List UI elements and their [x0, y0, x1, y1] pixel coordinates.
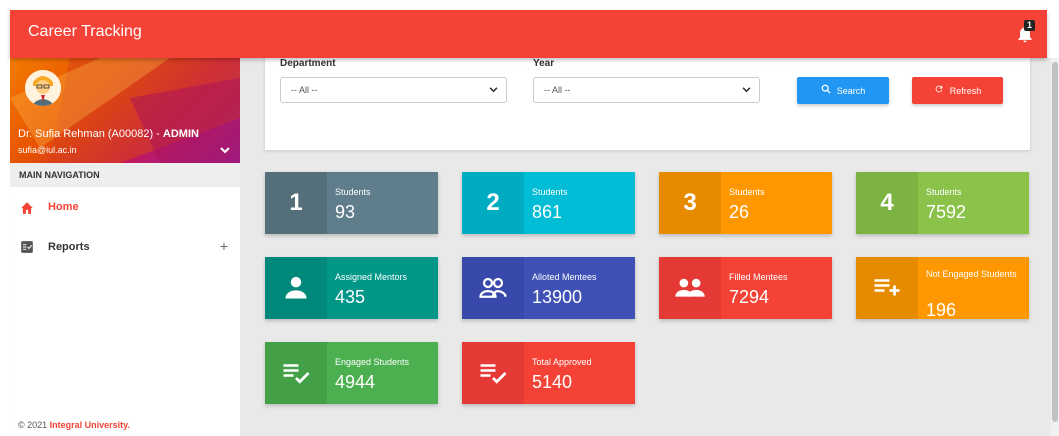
sidebar-item-reports[interactable]: Reports + — [10, 227, 240, 267]
chevron-down-icon — [489, 78, 498, 102]
tile-value: 93 — [335, 202, 356, 222]
tile-value: 13900 — [532, 287, 583, 307]
tile-label: Total Approved — [532, 357, 592, 367]
tile-label: Engaged Students — [335, 357, 410, 367]
person-icon — [265, 257, 327, 319]
tile-value: 861 — [532, 202, 563, 222]
tile-number: 2 — [462, 172, 524, 234]
stat-tile[interactable]: Not Engaged Students 196 — [856, 257, 1029, 320]
tile-value: 196 — [926, 300, 957, 320]
tile-value: 435 — [335, 287, 366, 307]
stat-tile[interactable]: 4 Students 7592 — [856, 172, 1029, 234]
group-outline-icon — [462, 257, 524, 319]
search-button[interactable]: Search — [797, 77, 889, 104]
main-content: Department -- All -- Year -- All -- Sear… — [240, 58, 1058, 436]
tile-label: Filled Mentees — [729, 272, 788, 282]
top-app-bar: Career Tracking 1 — [10, 10, 1047, 58]
sidebar: Dr. Sufia Rehman (A00082) - ADMIN sufia@… — [10, 58, 240, 436]
year-label: Year — [533, 58, 555, 69]
user-name: Dr. Sufia Rehman (A00082) - ADMIN — [18, 128, 199, 140]
sidebar-item-label: Home — [48, 201, 79, 213]
notification-badge: 1 — [1023, 20, 1035, 31]
tile-value: 26 — [729, 202, 750, 222]
stat-tile[interactable]: Filled Mentees 7294 — [659, 257, 832, 319]
tile-value: 7294 — [729, 287, 770, 307]
tile-value: 5140 — [532, 372, 573, 392]
tile-label: Alloted Mentees — [532, 272, 597, 282]
footer: © 2021 Integral University. — [18, 420, 131, 430]
tile-number: 3 — [659, 172, 721, 234]
user-role: ADMIN — [162, 128, 199, 140]
sidebar-item-home[interactable]: Home — [10, 187, 240, 227]
playlist-check-icon — [462, 342, 524, 404]
year-select[interactable]: -- All -- — [533, 77, 760, 103]
scrollbar-thumb[interactable] — [1052, 62, 1058, 422]
department-select[interactable]: -- All -- — [280, 77, 507, 103]
stat-tile[interactable]: Engaged Students 4944 — [265, 342, 438, 404]
stat-tile[interactable]: 3 Students 26 — [659, 172, 832, 234]
group-icon — [659, 257, 721, 319]
department-label: Department — [280, 58, 336, 69]
tile-number: 1 — [265, 172, 327, 234]
nav-header: MAIN NAVIGATION — [10, 163, 240, 187]
chevron-down-icon[interactable] — [220, 144, 230, 158]
refresh-icon — [934, 84, 944, 97]
tile-label: Students — [532, 187, 568, 197]
search-icon — [821, 84, 831, 97]
filter-card: Department -- All -- Year -- All -- Sear… — [265, 58, 1030, 150]
user-email: sufia@iul.ac.in — [18, 145, 77, 155]
sidebar-item-label: Reports — [48, 241, 90, 253]
tile-label: Students — [926, 187, 962, 197]
stat-tile[interactable]: 1 Students 93 — [265, 172, 438, 234]
tile-label: Assigned Mentors — [335, 272, 408, 282]
app-title[interactable]: Career Tracking — [28, 23, 142, 41]
home-icon — [20, 200, 34, 214]
tile-value: 4944 — [335, 372, 376, 392]
tile-label: Students — [729, 187, 765, 197]
avatar[interactable] — [25, 70, 61, 106]
tile-label: Not Engaged Students — [926, 269, 1017, 279]
stat-tile[interactable]: 2 Students 861 — [462, 172, 635, 234]
footer-link[interactable]: Integral University. — [50, 420, 130, 430]
tile-value: 7592 — [926, 202, 967, 222]
refresh-button[interactable]: Refresh — [912, 77, 1003, 104]
reports-icon — [20, 240, 34, 254]
tile-number: 4 — [856, 172, 918, 234]
playlist-add-icon — [856, 257, 918, 319]
playlist-check-icon — [265, 342, 327, 404]
stat-tile[interactable]: Alloted Mentees 13900 — [462, 257, 635, 319]
tile-label: Students — [335, 187, 371, 197]
expand-icon[interactable]: + — [220, 238, 228, 254]
stat-tile[interactable]: Assigned Mentors 435 — [265, 257, 438, 319]
chevron-down-icon — [742, 78, 751, 102]
scrollbar[interactable] — [1051, 58, 1059, 436]
user-panel: Dr. Sufia Rehman (A00082) - ADMIN sufia@… — [10, 58, 240, 163]
stat-tile[interactable]: Total Approved 5140 — [462, 342, 635, 404]
